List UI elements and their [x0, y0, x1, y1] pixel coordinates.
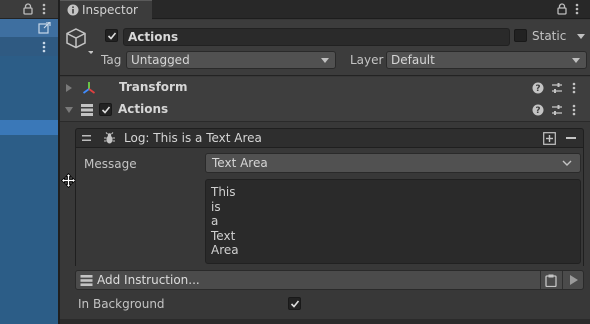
static-dropdown-caret[interactable]: [577, 34, 585, 39]
add-instruction-bar[interactable]: Add Instruction...: [75, 270, 584, 290]
tag-label: Tag: [101, 53, 122, 67]
inspector-bottom-edge: [60, 319, 590, 324]
kebab-menu-icon[interactable]: [42, 3, 46, 15]
layer-value: Default: [391, 53, 435, 67]
message-label: Message: [84, 157, 137, 171]
svg-text:?: ?: [535, 106, 540, 116]
message-line: Area: [211, 243, 239, 258]
chevron-down-icon: [572, 58, 580, 63]
hierarchy-row[interactable]: [0, 19, 58, 37]
open-external-icon[interactable]: [38, 22, 51, 34]
toolbar-separator: [562, 271, 563, 289]
gameobject-cube-icon[interactable]: [65, 27, 93, 55]
remove-minus-icon[interactable]: [566, 137, 576, 139]
kebab-menu-icon[interactable]: [575, 3, 579, 15]
lock-icon[interactable]: [557, 3, 567, 15]
static-checkbox[interactable]: [514, 29, 527, 42]
presets-icon[interactable]: [551, 82, 563, 94]
svg-text:?: ?: [535, 84, 540, 94]
kebab-menu-icon[interactable]: [572, 104, 576, 116]
layer-dropdown[interactable]: Default: [386, 51, 587, 69]
in-background-checkbox[interactable]: [288, 297, 301, 310]
info-icon: [67, 4, 79, 16]
message-line: a: [211, 214, 219, 229]
help-icon[interactable]: ?: [532, 82, 544, 94]
inspector-header: Actions Static Tag Untagged Layer Defaul…: [60, 20, 590, 76]
component-enabled-checkbox[interactable]: [99, 103, 112, 116]
message-line: Text: [211, 228, 236, 243]
clipboard-icon[interactable]: [545, 274, 557, 287]
hierarchy-row[interactable]: [0, 37, 58, 56]
lock-icon[interactable]: [23, 3, 33, 15]
instruction-title: Log: This is a Text Area: [124, 131, 262, 145]
kebab-menu-icon[interactable]: [42, 41, 46, 53]
hierarchy-selected-row[interactable]: [0, 120, 58, 135]
object-name-input[interactable]: Actions: [123, 28, 510, 46]
presets-icon[interactable]: [551, 104, 563, 116]
instruction-header[interactable]: Log: This is a Text Area: [75, 128, 584, 148]
play-icon[interactable]: [570, 275, 578, 285]
help-icon[interactable]: ?: [532, 104, 544, 116]
foldout-arrow-icon[interactable]: [66, 84, 72, 92]
transform-label: Transform: [119, 80, 188, 94]
static-label: Static: [532, 29, 567, 43]
chevron-down-icon: [562, 160, 572, 167]
bug-icon: [103, 132, 116, 145]
list-icon: [80, 274, 93, 287]
actions-label: Actions: [118, 102, 169, 116]
tag-value: Untagged: [131, 53, 190, 67]
kebab-menu-icon[interactable]: [572, 82, 576, 94]
tab-inspector-label: Inspector: [82, 3, 138, 17]
transform-axes-icon: [81, 80, 97, 96]
message-type-dropdown[interactable]: Text Area: [205, 153, 581, 173]
message-textarea[interactable]: This is a Text Area: [205, 179, 581, 264]
tab-inspector[interactable]: Inspector: [60, 0, 152, 20]
toolbar-separator: [540, 271, 541, 289]
layer-label: Layer: [350, 53, 384, 67]
message-line: This: [211, 185, 236, 199]
move-cursor-icon: [61, 173, 76, 188]
in-background-label: In Background: [78, 297, 165, 311]
chevron-down-icon: [321, 58, 329, 63]
active-checkbox[interactable]: [105, 29, 118, 42]
add-instruction-button[interactable]: Add Instruction...: [97, 273, 200, 287]
list-icon: [80, 103, 94, 117]
hierarchy-toolbar: [0, 0, 58, 19]
tag-dropdown[interactable]: Untagged: [126, 51, 336, 69]
transform-component-header[interactable]: Transform ?: [60, 77, 590, 100]
expand-add-icon[interactable]: [543, 132, 556, 145]
message-line: is: [211, 199, 221, 214]
message-type-value: Text Area: [212, 156, 268, 170]
foldout-arrow-icon[interactable]: [65, 107, 73, 113]
actions-component-header[interactable]: Actions ?: [60, 99, 590, 122]
drag-handle-icon[interactable]: [82, 135, 91, 142]
